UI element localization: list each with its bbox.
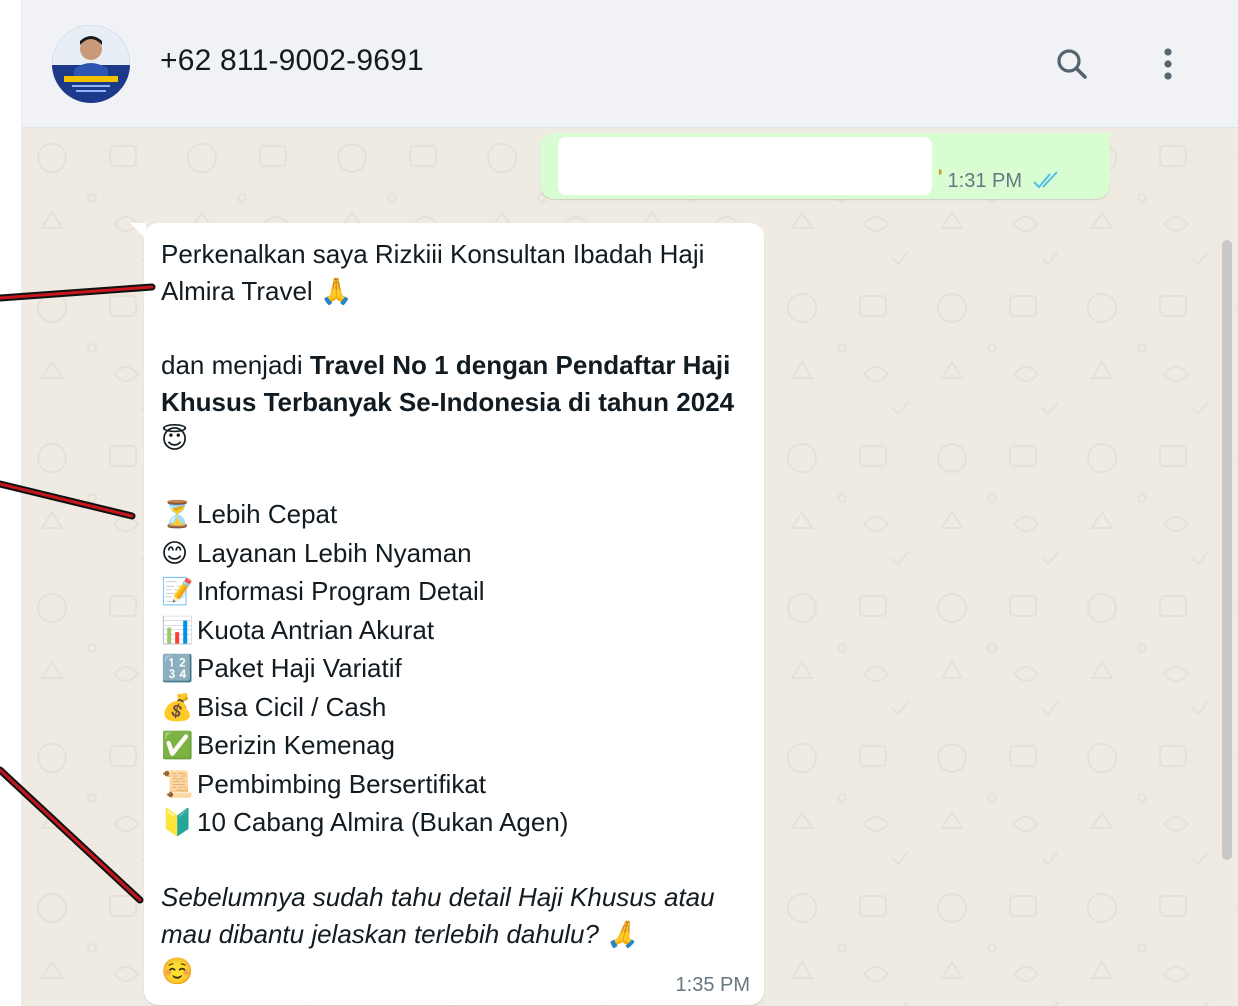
intro-line-2-text: Almira Travel [161, 276, 313, 306]
menu-button[interactable] [1144, 40, 1192, 88]
chat-header: +62 811-9002-9691 [22, 0, 1238, 128]
double-check-icon [1033, 171, 1058, 189]
body-prefix: dan menjadi [161, 350, 310, 380]
list-item: 💰 Bisa Cicil / Cash [161, 688, 753, 727]
feature-emoji: ✅ [161, 730, 194, 760]
list-item: 🔰 10 Cabang Almira (Bukan Agen) [161, 803, 753, 842]
emoji-fragment: ◗ [936, 163, 945, 179]
message-text: Perkenalkan saya Rizkiii Konsultan Ibada… [161, 236, 753, 990]
feature-emoji: ⏳ [161, 499, 194, 529]
sidebar-edge [0, 0, 22, 1006]
feature-emoji: 📝 [161, 576, 194, 606]
closing-question: Sebelumnya sudah tahu detail Haji Khusus… [161, 879, 753, 953]
feature-label: Layanan Lebih Nyaman [197, 537, 472, 568]
avatar-image [52, 25, 130, 103]
feature-emoji: 💰 [161, 691, 194, 722]
body-paragraph: dan menjadi Travel No 1 dengan Pendaftar… [161, 347, 753, 458]
feature-label: Kuota Antrian Akurat [197, 614, 435, 645]
feature-label: 10 Cabang Almira (Bukan Agen) [197, 807, 569, 837]
intro-line-2: Almira Travel 🙏 [161, 273, 753, 310]
list-item: 😊 Layanan Lebih Nyaman [161, 534, 753, 573]
pray-emoji: 🙏 [319, 276, 353, 306]
list-item: 📝 Informasi Program Detail [161, 572, 753, 611]
feature-label: Lebih Cepat [197, 499, 338, 529]
feature-emoji: 🔢 [161, 653, 194, 683]
smile-emoji: ☺️ [161, 955, 194, 986]
list-item: 🔢 Paket Haji Variatif [161, 649, 753, 688]
contact-name[interactable]: +62 811-9002-9691 [160, 44, 424, 78]
more-vertical-icon [1164, 48, 1172, 80]
avatar[interactable] [52, 25, 130, 103]
list-item: ✅ Berizin Kemenag [161, 726, 753, 765]
incoming-message[interactable]: Perkenalkan saya Rizkiii Konsultan Ibada… [144, 223, 764, 1005]
list-item: ⏳ Lebih Cepat [161, 495, 753, 534]
feature-emoji: 😊 [161, 537, 189, 568]
scrollbar[interactable] [1222, 240, 1232, 860]
chat-area[interactable]: ◗ 1:31 PM Perkenalkan saya Rizkiii Konsu… [22, 128, 1238, 1006]
halo-emoji: 😇 [161, 424, 189, 454]
list-item: 📊 Kuota Antrian Akurat [161, 611, 753, 650]
message-time: 1:31 PM [947, 170, 1022, 192]
search-icon [1057, 49, 1087, 79]
pray-emoji: 🙏 [606, 918, 639, 949]
search-button[interactable] [1048, 40, 1096, 88]
redacted-message-text [558, 137, 932, 195]
feature-label: Informasi Program Detail [197, 576, 485, 606]
feature-label: Berizin Kemenag [197, 730, 395, 760]
feature-emoji: 🔰 [161, 807, 194, 837]
feature-list: ⏳ Lebih Cepat 😊 Layanan Lebih Nyaman 📝 Info… [161, 495, 753, 842]
outgoing-message[interactable]: ◗ 1:31 PM [540, 133, 1110, 199]
feature-label: Bisa Cicil / Cash [197, 691, 387, 722]
feature-label: Pembimbing Bersertifikat [197, 768, 486, 799]
feature-label: Paket Haji Variatif [197, 653, 402, 683]
feature-emoji: 📜 [161, 768, 194, 799]
list-item: 📜 Pembimbing Bersertifikat [161, 765, 753, 804]
feature-emoji: 📊 [161, 614, 194, 645]
intro-line-1: Perkenalkan saya Rizkiii Konsultan Ibada… [161, 239, 705, 269]
message-time: 1:35 PM [675, 974, 750, 996]
